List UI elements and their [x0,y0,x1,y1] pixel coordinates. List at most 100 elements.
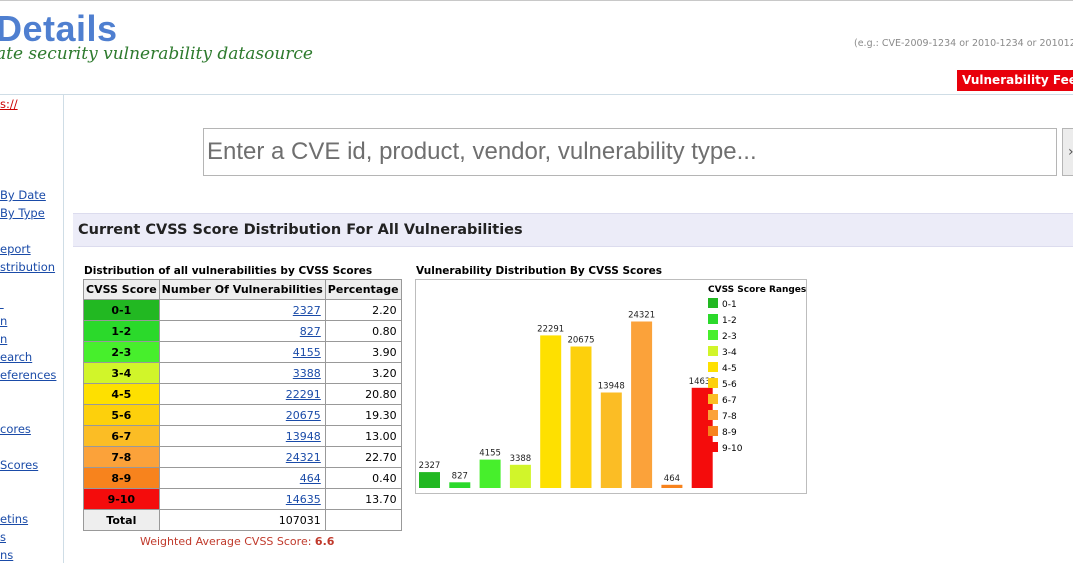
percentage-cell: 0.40 [324,467,402,489]
count-link[interactable]: 14635 [286,493,321,506]
percentage-cell: 2.20 [324,299,402,321]
sidebar-link-references[interactable]: eferences [0,368,56,382]
legend-swatch [708,410,718,420]
sidebar-link-ns[interactable]: ns [0,548,13,562]
weighted-average: Weighted Average CVSS Score: 6.6 [140,535,334,548]
cvss-bar-chart: 2327827415533882229120675139482432146414… [419,285,806,488]
bar-value-label: 22291 [537,324,564,334]
sidebar-link-bulletins[interactable]: etins [0,512,28,526]
legend-swatch [708,362,718,372]
bar-6-7 [600,392,622,488]
score-range-cell: 0-1 [83,299,160,321]
sidebar-link-report[interactable]: eport [0,242,31,256]
count-link[interactable]: 464 [300,472,321,485]
percentage-cell: 3.20 [324,362,402,384]
site-tagline: ate security vulnerability datasource [0,44,313,64]
legend-label: 8-9 [722,428,737,438]
sidebar-link-search[interactable]: earch [0,350,32,364]
sidebar-link-by-type[interactable]: By Type [0,206,45,220]
bar-value-label: 4155 [479,449,501,459]
legend-label: 9-10 [722,444,743,454]
count-cell: 20675 [158,404,326,426]
header-percentage: Percentage [324,279,402,300]
legend-swatch [708,298,718,308]
top-border [0,0,1073,1]
count-link[interactable]: 22291 [286,388,321,401]
count-cell: 2327 [158,299,326,321]
table-row: 7-8 24321 22.70 [83,446,402,468]
score-range-cell: 7-8 [83,446,160,468]
sidebar-link-distribution[interactable]: stribution [0,260,55,274]
percentage-cell: 13.00 [324,425,402,447]
legend-title: CVSS Score Ranges [708,285,806,295]
bar-7-8 [631,321,653,488]
table-body: 0-1 2327 2.20 1-2 827 0.80 2-3 4155 3.90 3-4 3388 3… [83,299,402,510]
legend-label: 1-2 [722,316,737,326]
table-row: 8-9 464 0.40 [83,467,402,489]
table-total-row: Total 107031 [83,509,402,531]
bar-3-4 [509,464,531,488]
bar-4-5 [540,335,562,488]
legend-label: 5-6 [722,380,737,390]
sidebar-divider [63,95,64,563]
header-cvss-score: CVSS Score [83,279,160,300]
count-link[interactable]: 3388 [293,367,321,380]
count-link[interactable]: 4155 [293,346,321,359]
sidebar-link-cores[interactable]: cores [0,422,31,436]
legend-label: 2-3 [722,332,737,342]
count-cell: 22291 [158,383,326,405]
vulnerability-feed-button[interactable]: Vulnerability Feed [957,70,1073,91]
search-button[interactable]: › [1062,128,1073,176]
bar-2-3 [479,459,501,488]
count-cell: 464 [158,467,326,489]
cvss-distribution-table: CVSS Score Number Of Vulnerabilities Per… [83,279,402,531]
sidebar-link-short-3[interactable]: n [0,332,7,346]
sidebar-link-short-1[interactable] [0,296,4,310]
count-cell: 827 [158,320,326,342]
bar-value-label: 827 [452,471,468,481]
sidebar-link-short-2[interactable]: n [0,314,7,328]
sidebar-link-scores[interactable]: Scores [0,458,38,472]
count-link[interactable]: 24321 [286,451,321,464]
count-cell: 24321 [158,446,326,468]
sidebar-link-https[interactable]: s:// [0,97,18,111]
weighted-average-label: Weighted Average CVSS Score: [140,535,312,548]
bar-value-label: 2327 [419,461,441,471]
table-row: 5-6 20675 19.30 [83,404,402,426]
chart-container: 2327 827 4155 3388 22291 20675 13948 24321 464 14… [415,279,807,494]
bar-value-label: 464 [664,474,680,484]
count-link[interactable]: 2327 [293,304,321,317]
bar-value-label: 13948 [598,382,625,392]
legend-label: 4-5 [722,364,737,374]
bar-8-9 [661,484,683,488]
bar-5-6 [570,346,592,488]
score-range-cell: 8-9 [83,467,160,489]
percentage-cell: 0.80 [324,320,402,342]
legend-swatch [708,394,718,404]
search-input[interactable] [203,128,1057,176]
count-cell: 13948 [158,425,326,447]
score-range-cell: 4-5 [83,383,160,405]
total-label: Total [83,509,160,531]
percentage-cell: 19.30 [324,404,402,426]
section-title: Current CVSS Score Distribution For All … [78,222,523,238]
bar-value-label: 20675 [567,336,594,346]
count-cell: 14635 [158,488,326,510]
count-link[interactable]: 20675 [286,409,321,422]
weighted-average-value: 6.6 [314,535,335,548]
table-row: 0-1 2327 2.20 [83,299,402,321]
header-number-of-vulnerabilities: Number Of Vulnerabilities [158,279,326,300]
sidebar-link-by-date[interactable]: By Date [0,188,46,202]
legend-label: 3-4 [722,348,737,358]
count-link[interactable]: 827 [300,325,321,338]
legend-swatch [708,314,718,324]
legend-swatch [708,330,718,340]
section-header: Current CVSS Score Distribution For All … [73,213,1073,247]
bar-0-1 [419,472,440,488]
sidebar-link-s[interactable]: s [0,530,6,544]
score-range-cell: 1-2 [83,320,160,342]
count-link[interactable]: 13948 [286,430,321,443]
percentage-cell: 13.70 [324,488,402,510]
sidebar: s:// By Date By Type eport stribution n … [0,95,63,563]
bar-value-label: 24321 [628,311,655,321]
